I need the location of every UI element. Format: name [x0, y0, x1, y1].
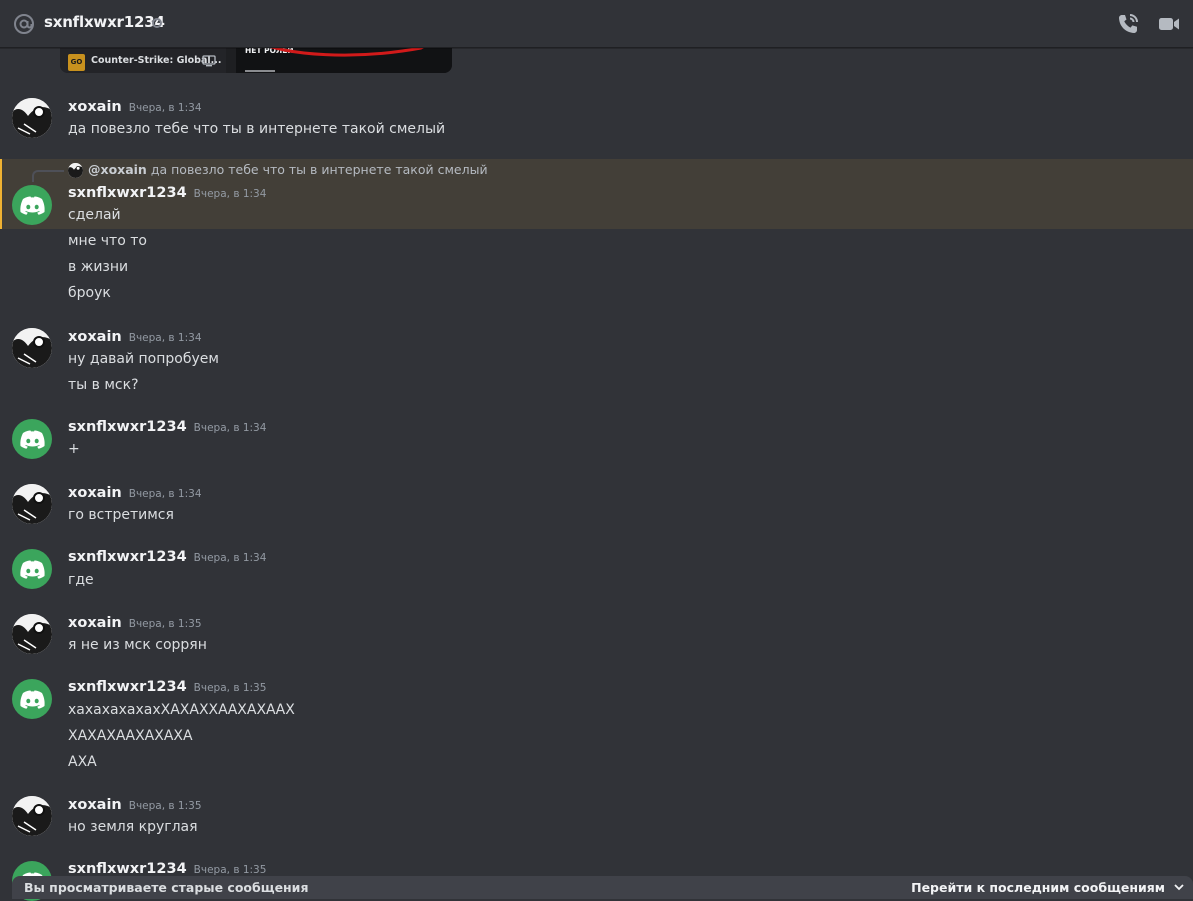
message-author[interactable]: xoxain Вчера, в 1:34	[68, 99, 202, 115]
mention-indicator	[0, 159, 2, 229]
message-text: АХА	[68, 754, 97, 770]
cat-avatar-icon	[12, 796, 52, 836]
jump-to-present-button[interactable]: Перейти к последним сообщениям	[911, 880, 1165, 895]
avatar[interactable]	[12, 185, 52, 225]
reply-content: да повезло тебе что ты в интернете такой…	[150, 162, 488, 177]
message-timestamp: Вчера, в 1:34	[193, 188, 267, 200]
message-author[interactable]: sxnflxwxr1234 Вчера, в 1:34	[68, 419, 266, 435]
older-messages-notice: Вы просматриваете старые сообщения	[24, 880, 309, 895]
reply-preview[interactable]: @xoxain да повезло тебе что ты в интернет…	[88, 162, 488, 177]
message-timestamp: Вчера, в 1:34	[128, 102, 202, 114]
message-text: ХАХАХААХАХАХА	[68, 728, 193, 744]
at-sign-icon	[14, 14, 34, 34]
channel-header: sxnflxwxr1234	[0, 0, 1193, 48]
author-name[interactable]: sxnflxwxr1234	[68, 861, 187, 877]
channel-title: sxnflxwxr1234	[44, 13, 165, 31]
message-text: ну давай попробуем	[68, 351, 219, 367]
avatar[interactable]	[12, 328, 52, 368]
message-text: броук	[68, 285, 111, 301]
author-name[interactable]: sxnflxwxr1234	[68, 419, 187, 435]
message-text: я не из мск соррян	[68, 637, 207, 653]
csgo-logo: GO	[68, 54, 85, 71]
avatar[interactable]	[12, 419, 52, 459]
avatar[interactable]	[12, 796, 52, 836]
message-text: ты в мск?	[68, 377, 139, 393]
discord-logo-icon	[20, 560, 45, 579]
message-author[interactable]: xoxain Вчера, в 1:35	[68, 615, 202, 631]
author-name[interactable]: xoxain	[68, 99, 122, 115]
message-author[interactable]: sxnflxwxr1234 Вчера, в 1:34	[68, 185, 266, 201]
offline-status-icon	[152, 18, 162, 28]
cat-avatar-icon	[12, 98, 52, 138]
discord-logo-icon	[20, 690, 45, 709]
message-timestamp: Вчера, в 1:35	[128, 800, 202, 812]
older-messages-bar[interactable]: Вы просматриваете старые сообщения Перей…	[12, 876, 1193, 899]
cat-avatar-icon	[68, 163, 83, 178]
discord-logo-icon	[20, 196, 45, 215]
avatar[interactable]	[12, 98, 52, 138]
reply-avatar[interactable]	[68, 163, 83, 178]
reply-author[interactable]: @xoxain	[88, 162, 147, 177]
message-timestamp: Вчера, в 1:34	[193, 552, 267, 564]
author-name[interactable]: xoxain	[68, 485, 122, 501]
author-name[interactable]: xoxain	[68, 615, 122, 631]
video-call-icon[interactable]	[1157, 12, 1181, 36]
message-text: в жизни	[68, 259, 129, 275]
chevron-down-icon[interactable]	[1171, 879, 1187, 895]
message-text: хахахахахахХАХАХХААХАХААХ	[68, 702, 295, 718]
cat-avatar-icon	[12, 614, 52, 654]
avatar[interactable]	[12, 679, 52, 719]
message-text: но земля круглая	[68, 819, 198, 835]
message-text: мне что то	[68, 233, 147, 249]
message-timestamp: Вчера, в 1:35	[193, 682, 267, 694]
author-name[interactable]: xoxain	[68, 797, 122, 813]
message-timestamp: Вчера, в 1:35	[193, 864, 267, 876]
message-author[interactable]: xoxain Вчера, в 1:34	[68, 485, 202, 501]
message-text: +	[68, 441, 80, 457]
message-author[interactable]: sxnflxwxr1234 Вчера, в 1:35	[68, 861, 266, 877]
discord-logo-icon	[20, 430, 45, 449]
message-author[interactable]: sxnflxwxr1234 Вчера, в 1:35	[68, 679, 266, 695]
cat-avatar-icon	[12, 328, 52, 368]
author-name[interactable]: xoxain	[68, 329, 122, 345]
cat-avatar-icon	[12, 484, 52, 524]
avatar[interactable]	[12, 614, 52, 654]
avatar[interactable]	[12, 549, 52, 589]
message-text: где	[68, 572, 94, 588]
message-timestamp: Вчера, в 1:34	[128, 332, 202, 344]
voice-call-icon[interactable]	[1116, 12, 1140, 36]
reply-connector	[32, 170, 64, 182]
message-timestamp: Вчера, в 1:34	[128, 488, 202, 500]
author-name[interactable]: sxnflxwxr1234	[68, 679, 187, 695]
monitor-icon	[202, 55, 216, 67]
message-timestamp: Вчера, в 1:35	[128, 618, 202, 630]
message-text: да повезло тебе что ты в интернете такой…	[68, 121, 446, 137]
message-timestamp: Вчера, в 1:34	[193, 422, 267, 434]
avatar[interactable]	[12, 484, 52, 524]
author-name[interactable]: sxnflxwxr1234	[68, 549, 187, 565]
message-text: го встретимся	[68, 507, 174, 523]
message-author[interactable]: xoxain Вчера, в 1:35	[68, 797, 202, 813]
message-author[interactable]: sxnflxwxr1234 Вчера, в 1:34	[68, 549, 266, 565]
author-name[interactable]: sxnflxwxr1234	[68, 185, 187, 201]
message-text: сделай	[68, 207, 121, 223]
message-author[interactable]: xoxain Вчера, в 1:34	[68, 329, 202, 345]
